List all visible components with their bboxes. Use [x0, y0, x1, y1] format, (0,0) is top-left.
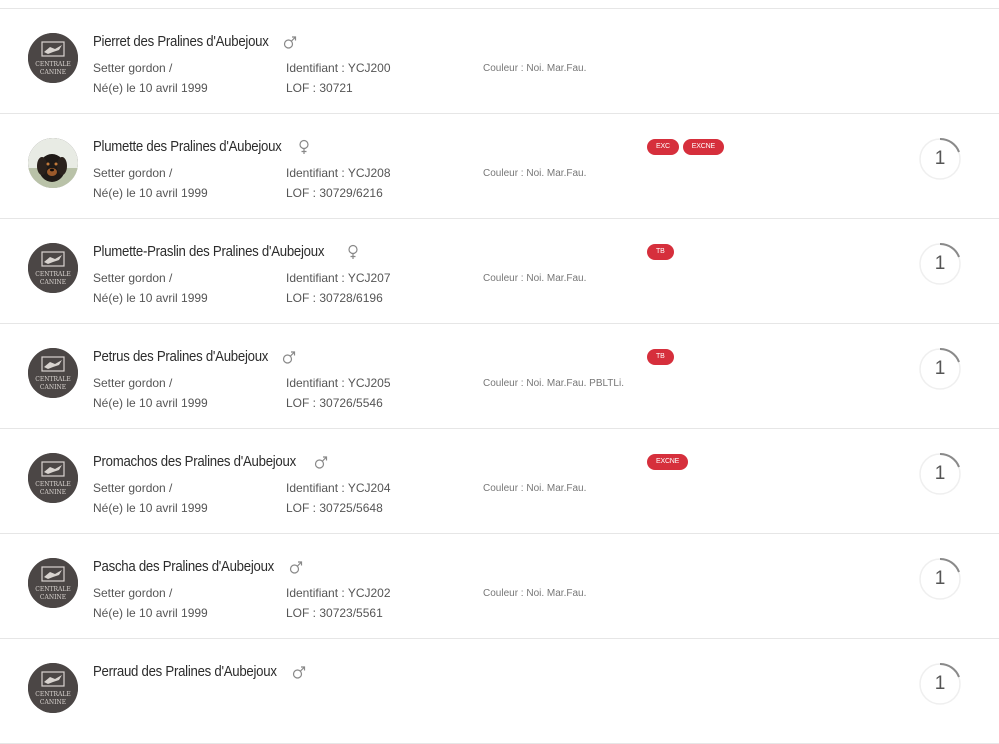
- result-badges: EXCNE: [647, 454, 689, 470]
- svg-text:CENTRALE: CENTRALE: [35, 691, 70, 698]
- svg-text:CANINE: CANINE: [40, 384, 66, 391]
- dog-row[interactable]: CENTRALE CANINE Petrus des Pralines d'Aube…: [0, 324, 999, 429]
- dog-color: Couleur : Noi. Mar.Fau.: [483, 168, 587, 179]
- dog-identifiant: Identifiant : YCJ204: [286, 481, 391, 495]
- result-badge: EXCNE: [647, 454, 689, 470]
- svg-text:CANINE: CANINE: [40, 69, 66, 76]
- male-icon: [283, 34, 297, 50]
- svg-text:CANINE: CANINE: [40, 594, 66, 601]
- dog-breed: Setter gordon /: [93, 481, 173, 495]
- dog-name-link[interactable]: Pierret des Pralines d'Aubejoux: [93, 33, 269, 50]
- centrale-canine-logo-avatar[interactable]: CENTRALE CANINE: [28, 243, 78, 293]
- score-circle[interactable]: 1: [919, 663, 961, 705]
- dog-lof-number: LOF : 30729/6216: [286, 186, 383, 200]
- dog-name-link[interactable]: Petrus des Pralines d'Aubejoux: [93, 348, 268, 365]
- dog-row[interactable]: CENTRALE CANINE Pascha des Pralines d'Aube…: [0, 534, 999, 639]
- dog-photo-avatar[interactable]: [28, 138, 78, 188]
- dog-row[interactable]: CENTRALE CANINE Pierret des Pralines d'Aub…: [0, 9, 999, 114]
- dog-name-line: Pierret des Pralines d'Aubejoux: [93, 33, 297, 50]
- score-value: 1: [934, 358, 946, 379]
- dog-breed: Setter gordon /: [93, 166, 173, 180]
- dog-name-line: Promachos des Pralines d'Aubejoux: [93, 453, 328, 470]
- centrale-canine-logo-avatar[interactable]: CENTRALE CANINE: [28, 348, 78, 398]
- dog-name-link[interactable]: Pascha des Pralines d'Aubejoux: [93, 558, 274, 575]
- dog-birth-date: Né(e) le 10 avril 1999: [93, 606, 208, 620]
- dog-list: CENTRALE CANINE Pierret des Pralines d'Aub…: [0, 9, 999, 744]
- dog-breed: Setter gordon /: [93, 271, 173, 285]
- svg-text:CENTRALE: CENTRALE: [35, 271, 70, 278]
- dog-identifiant: Identifiant : YCJ200: [286, 61, 391, 75]
- male-icon: [292, 664, 306, 680]
- dog-identifiant: Identifiant : YCJ205: [286, 376, 391, 390]
- dog-identifiant: Identifiant : YCJ207: [286, 271, 391, 285]
- svg-text:CENTRALE: CENTRALE: [35, 376, 70, 383]
- dog-lof-number: LOF : 30726/5546: [286, 396, 383, 410]
- dog-identifiant: Identifiant : YCJ202: [286, 586, 391, 600]
- dog-birth-date: Né(e) le 10 avril 1999: [93, 81, 208, 95]
- score-value: 1: [934, 253, 946, 274]
- dog-lof-number: LOF : 30725/5648: [286, 501, 383, 515]
- centrale-canine-logo-avatar[interactable]: CENTRALE CANINE: [28, 558, 78, 608]
- male-icon: [289, 559, 303, 575]
- dog-birth-date: Né(e) le 10 avril 1999: [93, 396, 208, 410]
- svg-text:CENTRALE: CENTRALE: [35, 481, 70, 488]
- score-value: 1: [934, 148, 946, 169]
- male-icon: [314, 454, 328, 470]
- result-badge: TB: [647, 349, 674, 365]
- dog-lof-number: LOF : 30723/5561: [286, 606, 383, 620]
- score-circle[interactable]: 1: [919, 138, 961, 180]
- dog-color: Couleur : Noi. Mar.Fau.: [483, 273, 587, 284]
- dog-color: Couleur : Noi. Mar.Fau.: [483, 588, 587, 599]
- score-value: 1: [934, 463, 946, 484]
- svg-text:CENTRALE: CENTRALE: [35, 586, 70, 593]
- dog-color: Couleur : Noi. Mar.Fau.: [483, 63, 587, 74]
- dog-row[interactable]: CENTRALE CANINE Perraud des Pralines d'Aub…: [0, 639, 999, 744]
- result-badges: TB: [647, 244, 674, 260]
- svg-text:CENTRALE: CENTRALE: [35, 61, 70, 68]
- score-value: 1: [934, 568, 946, 589]
- centrale-canine-logo-avatar[interactable]: CENTRALE CANINE: [28, 453, 78, 503]
- dog-name-line: Petrus des Pralines d'Aubejoux: [93, 348, 296, 365]
- dog-row[interactable]: CENTRALE CANINE Plumette-Praslin des Prali…: [0, 219, 999, 324]
- score-circle[interactable]: 1: [919, 243, 961, 285]
- dog-breed: Setter gordon /: [93, 376, 173, 390]
- score-value: 1: [934, 673, 946, 694]
- dog-birth-date: Né(e) le 10 avril 1999: [93, 501, 208, 515]
- result-badge: EXCNE: [682, 139, 724, 155]
- centrale-canine-logo-avatar[interactable]: CENTRALE CANINE: [28, 663, 78, 713]
- dog-name-link[interactable]: Plumette-Praslin des Pralines d'Aubejoux: [93, 243, 324, 260]
- dog-name-line: Perraud des Pralines d'Aubejoux: [93, 663, 306, 680]
- dog-birth-date: Né(e) le 10 avril 1999: [93, 291, 208, 305]
- dog-breed: Setter gordon /: [93, 61, 173, 75]
- dog-name-line: Plumette-Praslin des Pralines d'Aubejoux: [93, 243, 360, 260]
- result-badges: TB: [647, 349, 674, 365]
- score-circle[interactable]: 1: [919, 558, 961, 600]
- dog-row[interactable]: CENTRALE CANINE Promachos des Pralines d'A…: [0, 429, 999, 534]
- score-circle[interactable]: 1: [919, 453, 961, 495]
- result-badge: TB: [647, 244, 674, 260]
- result-badge: EXC: [647, 139, 679, 155]
- svg-text:CANINE: CANINE: [40, 279, 66, 286]
- dog-birth-date: Né(e) le 10 avril 1999: [93, 186, 208, 200]
- male-icon: [282, 349, 296, 365]
- dog-lof-number: LOF : 30728/6196: [286, 291, 383, 305]
- svg-text:CANINE: CANINE: [40, 699, 66, 706]
- dog-name-line: Plumette des Pralines d'Aubejoux: [93, 138, 311, 155]
- dog-identifiant: Identifiant : YCJ208: [286, 166, 391, 180]
- dog-name-line: Pascha des Pralines d'Aubejoux: [93, 558, 303, 575]
- female-icon: [346, 244, 360, 260]
- centrale-canine-logo-avatar[interactable]: CENTRALE CANINE: [28, 33, 78, 83]
- female-icon: [297, 139, 311, 155]
- dog-name-link[interactable]: Perraud des Pralines d'Aubejoux: [93, 663, 277, 680]
- dog-color: Couleur : Noi. Mar.Fau.: [483, 483, 587, 494]
- dog-lof-number: LOF : 30721: [286, 81, 353, 95]
- dog-name-link[interactable]: Plumette des Pralines d'Aubejoux: [93, 138, 282, 155]
- score-circle[interactable]: 1: [919, 348, 961, 390]
- dog-name-link[interactable]: Promachos des Pralines d'Aubejoux: [93, 453, 296, 470]
- dog-color: Couleur : Noi. Mar.Fau. PBLTLi.: [483, 378, 624, 389]
- dog-row[interactable]: Plumette des Pralines d'Aubejoux Setter g…: [0, 114, 999, 219]
- result-badges: EXC EXCNE: [647, 139, 724, 155]
- dog-breed: Setter gordon /: [93, 586, 173, 600]
- svg-text:CANINE: CANINE: [40, 489, 66, 496]
